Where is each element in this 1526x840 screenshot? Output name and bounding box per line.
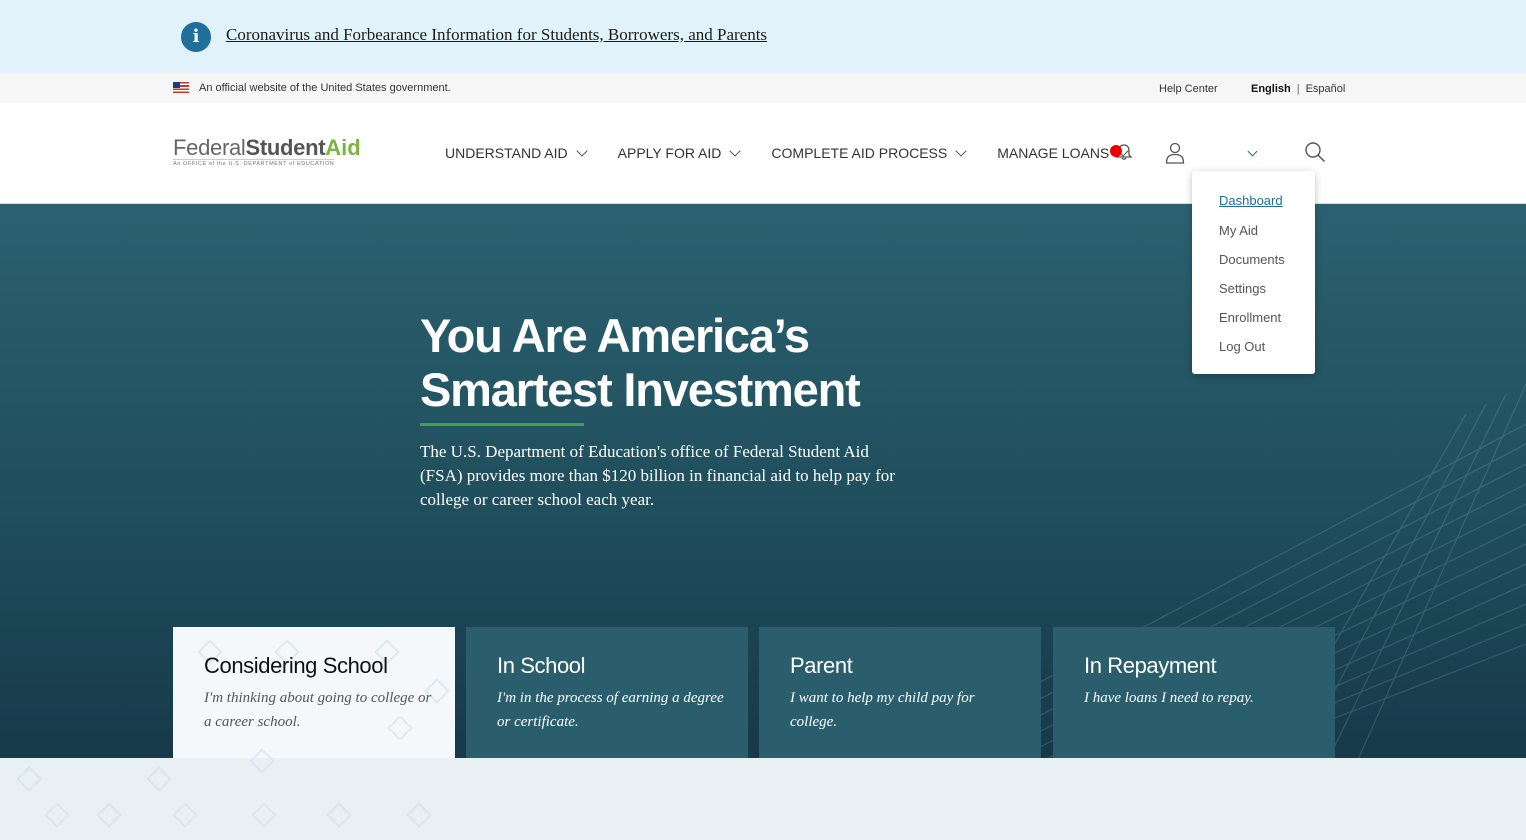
chevron-down-icon	[955, 144, 967, 157]
notification-dot	[1110, 145, 1122, 157]
account-menu-chevron-icon[interactable]	[1247, 146, 1258, 157]
card-title: Considering School	[204, 653, 388, 678]
diamond-decoration	[251, 802, 277, 828]
menu-item-dashboard[interactable]: Dashboard	[1219, 193, 1283, 208]
logo-aid: Aid	[325, 135, 361, 160]
card-description: I'm in the process of earning a degree o…	[497, 690, 724, 730]
diamond-decoration	[96, 802, 122, 828]
diamond-decoration	[44, 802, 70, 828]
official-website-text: An official website of the United States…	[199, 82, 451, 94]
card-description: I'm thinking about going to college or a…	[204, 690, 432, 730]
main-nav: UNDERSTAND AID APPLY FOR AID COMPLETE AI…	[445, 144, 1159, 161]
hero-title-line2: Smartest Investment	[420, 363, 861, 416]
card-title: In Repayment	[1084, 653, 1217, 678]
diamond-decoration	[249, 748, 275, 774]
diamond-decoration	[406, 802, 432, 828]
logo-student: Student	[245, 135, 326, 160]
diamond-decoration	[16, 766, 42, 792]
diamond-decoration	[326, 802, 352, 828]
user-icon[interactable]	[1165, 142, 1185, 164]
card-in-school[interactable]: In School I'm in the process of earning …	[466, 627, 748, 758]
nav-apply-for-aid[interactable]: APPLY FOR AID	[617, 144, 742, 161]
card-title: In School	[497, 653, 586, 678]
card-description: I have loans I need to repay.	[1084, 690, 1254, 706]
nav-label: UNDERSTAND AID	[445, 145, 568, 161]
hero-title-line1: You Are America’s	[420, 309, 810, 362]
card-parent[interactable]: Parent I want to help my child pay for c…	[759, 627, 1041, 758]
logo-federal: Federal	[173, 135, 246, 160]
menu-item-documents[interactable]: Documents	[1219, 252, 1285, 267]
info-icon: i	[181, 22, 211, 52]
lang-espanol-link[interactable]: Español	[1306, 83, 1346, 95]
gov-banner: An official website of the United States…	[0, 73, 1526, 103]
menu-item-settings[interactable]: Settings	[1219, 281, 1266, 296]
menu-item-my-aid[interactable]: My Aid	[1219, 223, 1258, 238]
card-considering-school[interactable]: Considering School I'm thinking about go…	[173, 627, 455, 774]
language-switcher: English | Español	[1251, 83, 1345, 95]
fsa-logo[interactable]: FederalStudentAid	[173, 135, 361, 161]
lang-separator: |	[1296, 83, 1300, 95]
hero-divider	[420, 423, 584, 426]
hero-title: You Are America’s Smartest Investment	[420, 309, 861, 417]
nav-manage-loans[interactable]: MANAGE LOANS	[997, 144, 1129, 161]
nav-complete-aid-process[interactable]: COMPLETE AID PROCESS	[771, 144, 967, 161]
logo-subtitle: An OFFICE of the U.S. DEPARTMENT of EDUC…	[173, 159, 335, 167]
hero-description: The U.S. Department of Education's offic…	[420, 442, 895, 509]
lang-english-link[interactable]: English	[1251, 83, 1291, 95]
menu-item-log-out[interactable]: Log Out	[1219, 339, 1265, 354]
us-flag-icon	[173, 82, 189, 93]
diamond-decoration	[172, 802, 198, 828]
nav-understand-aid[interactable]: UNDERSTAND AID	[445, 144, 588, 161]
chevron-down-icon	[729, 144, 742, 157]
coronavirus-info-link[interactable]: Coronavirus and Forbearance Information …	[226, 25, 767, 45]
search-icon[interactable]	[1304, 141, 1326, 163]
card-in-repayment[interactable]: In Repayment I have loans I need to repa…	[1053, 627, 1335, 758]
account-dropdown-menu: Dashboard My Aid Documents Settings Enro…	[1192, 171, 1315, 374]
chevron-down-icon	[575, 144, 588, 157]
nav-label: APPLY FOR AID	[617, 145, 722, 161]
diamond-decoration	[146, 766, 172, 792]
alert-banner: i Coronavirus and Forbearance Informatio…	[0, 0, 1526, 73]
nav-label: MANAGE LOANS	[997, 145, 1110, 161]
nav-label: COMPLETE AID PROCESS	[771, 145, 948, 161]
card-description: I want to help my child pay for college.	[790, 690, 975, 730]
card-title: Parent	[790, 653, 853, 678]
help-center-link[interactable]: Help Center	[1159, 83, 1218, 95]
menu-item-enrollment[interactable]: Enrollment	[1219, 310, 1281, 325]
